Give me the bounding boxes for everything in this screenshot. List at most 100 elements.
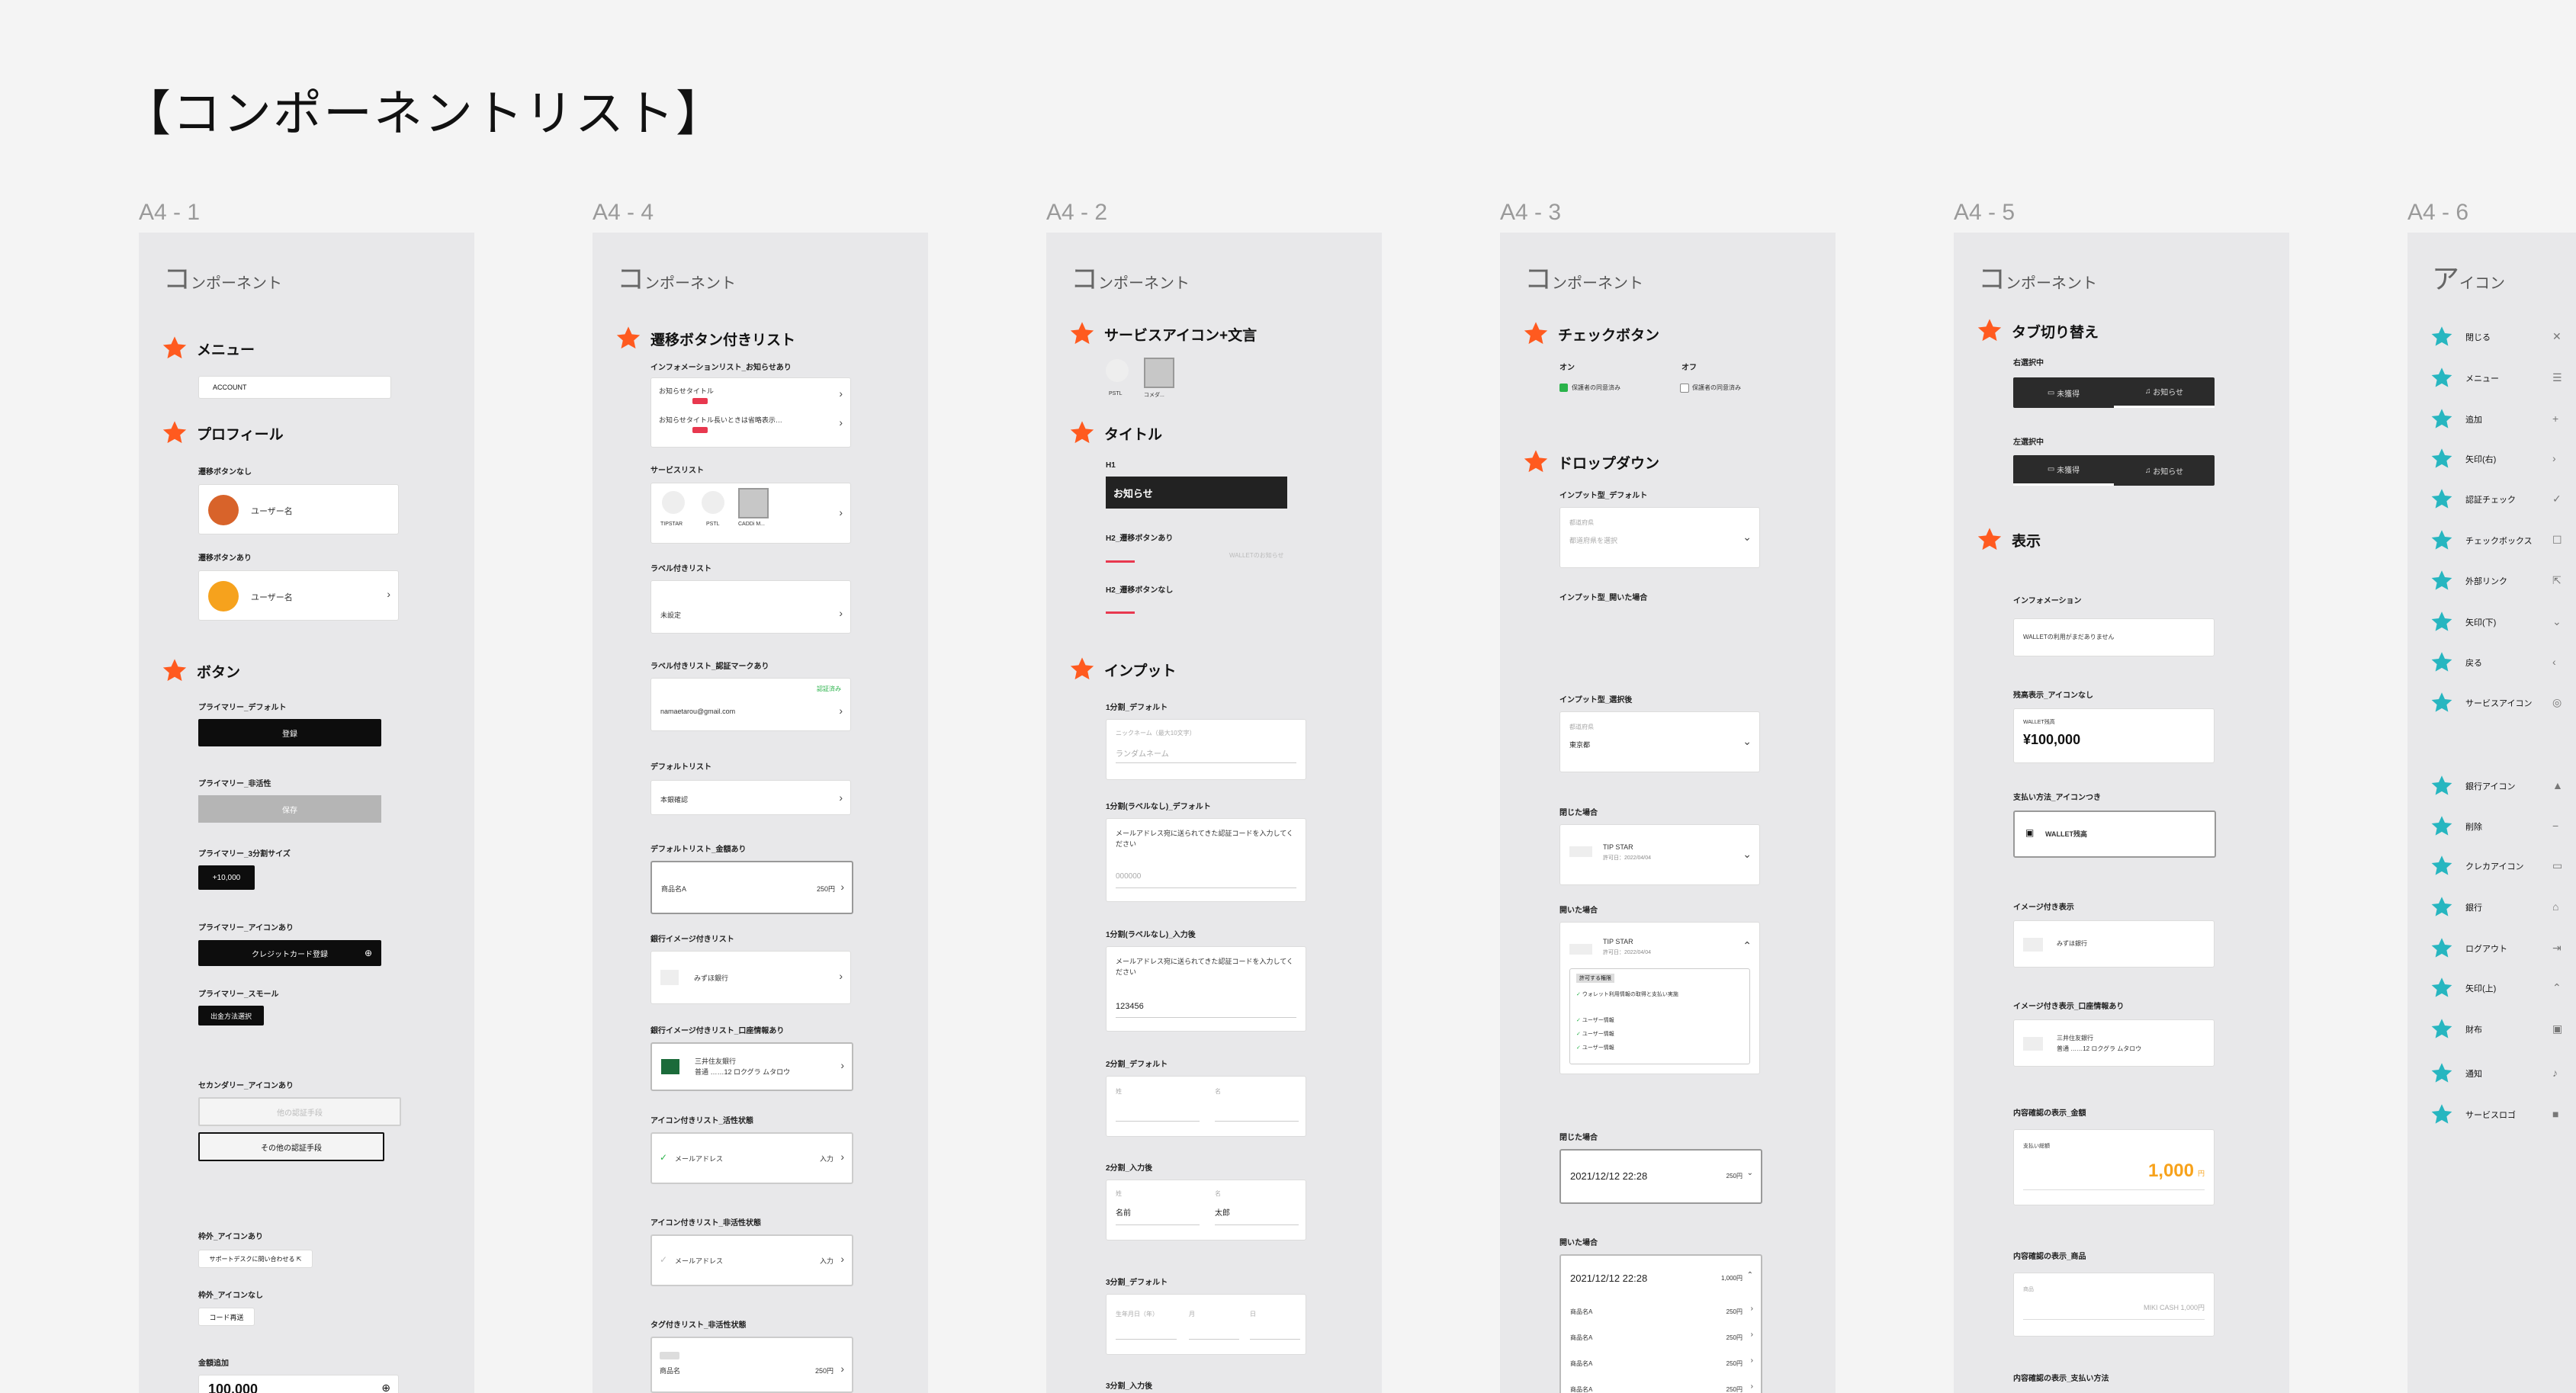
tab-unearned[interactable]: ▭ 未獲得 [2013,377,2114,408]
list-item[interactable]: 商品名A [1570,1385,1592,1393]
history-dropdown-open[interactable]: 2021/12/12 22:28 1,000円 ⌃ 商品名A 250円 › 商品… [1559,1254,1762,1393]
profile-card-nav[interactable]: ユーザー名 › [198,570,399,621]
external-link-icon: ⇱ [2552,574,2562,586]
section-input: インプット [1069,656,1176,682]
prefecture-dropdown[interactable]: 都道府県 都道府県を選択 ⌄ [1559,507,1760,568]
label-input-open: インプット型_開いた場合 [1559,594,1648,602]
star-icon [2430,1062,2453,1085]
section-button: ボタン [162,658,240,684]
secondary-disabled-button[interactable]: 他の認証手段 [198,1097,401,1126]
icon-list-item: 財布 [2430,1018,2482,1041]
checkbox-unchecked[interactable] [1680,384,1689,393]
icon-list-item: 戻る [2430,651,2482,674]
service-icon[interactable] [702,491,724,514]
support-link[interactable]: サポートデスクに問い合わせる ⇱ [198,1250,313,1268]
list-item[interactable]: 商品名A [1570,1308,1592,1316]
logout-icon: ⇥ [2552,942,2562,954]
service-icon[interactable] [738,488,769,518]
list-item[interactable]: 商品名A [1570,1359,1592,1368]
icon-list-item: 削除 [2430,815,2482,838]
resend-code-button[interactable]: コード再送 [198,1308,255,1326]
frame-label-a4-5: A4 - 5 [1954,200,2016,225]
tab-notice[interactable]: ♫ お知らせ [2114,455,2215,486]
default-list[interactable]: 本銀確認 › [650,780,851,815]
check-circle-icon: ✓ [660,1152,668,1163]
nickname-input[interactable]: ニックネーム（最大10文字） ランダムネーム [1106,719,1306,780]
other-auth-button[interactable]: その他の認証手段 [198,1132,384,1161]
wallet-icon: ▣ [2025,827,2035,838]
star-icon [2430,692,2453,714]
chevron-right-icon: › [387,588,390,600]
amount-input[interactable]: 100,000 ⊕ [198,1375,399,1393]
icon-label: 認証チェック [2465,496,2516,505]
label-frame-icon: 枠外_アイコンあり [198,1233,264,1241]
h2-underline [1106,611,1135,614]
name-input-2col-filled[interactable]: 姓 名前 名 太郎 [1106,1180,1306,1241]
register-button[interactable]: 登録 [198,719,381,746]
icon-list-item: 外部リンク [2430,570,2507,592]
label-input-2: 2分割_デフォルト [1106,1061,1168,1069]
input-underline [1116,1224,1200,1225]
permission-box: 許可する権限 ✓ ウォレット利用情報の取得と支払い実施 ✓ ユーザー情報 ✓ ユ… [1569,968,1750,1064]
default-amount-list[interactable]: 商品名A 250円 › [650,861,853,914]
section-title: タイトル [1069,420,1162,446]
tab-notice[interactable]: ♫ お知らせ [2114,377,2215,408]
label-tab-left: 左選択中 [2013,438,2044,447]
tag-list[interactable]: 商品名 250円 › [650,1337,853,1393]
save-button-disabled[interactable]: 保存 [198,795,381,823]
service-dropdown-closed[interactable]: TIP STAR 許可日：2022/04/04 ⌄ [1559,824,1760,885]
icon-label: 銀行 [2465,904,2482,913]
icon-label: 矢印(上) [2465,984,2497,993]
icon-list-item: 銀行アイコン [2430,775,2515,798]
section-tab: タブ切り替え [1977,318,2099,344]
star-icon [2430,937,2453,960]
label-list[interactable]: 未設定 › [650,580,851,634]
list-item[interactable]: お知らせタイトル [659,386,714,396]
service-dropdown-open[interactable]: TIP STAR 許可日：2022/04/04 ⌃ 許可する権限 ✓ ウォレット… [1559,922,1760,1074]
frame-label-a4-2: A4 - 2 [1046,200,1108,225]
star-icon [1069,321,1095,347]
icon-list-active[interactable]: ✓ メールアドレス 入力 › [650,1132,853,1184]
pay-method-card[interactable]: ▣ WALLET残高 [2013,810,2216,858]
service-icon[interactable] [662,491,685,514]
label-input-default: インプット型_デフォルト [1559,492,1648,500]
label-h2-nav: H2_遷移ボタンあり [1106,534,1174,543]
plus-amount-button[interactable]: +10,000 [198,865,255,890]
label-image-acct: イメージ付き表示_口座情報あり [2013,1003,2125,1011]
service-icon[interactable] [1106,359,1129,382]
bank-list[interactable]: みずほ銀行 › [650,951,851,1004]
code-input[interactable]: メールアドレス宛に送られてきた認証コードを入力してください 000000 [1106,818,1306,902]
menu-account-item[interactable]: ACCOUNT [198,376,391,399]
bank-info-list[interactable]: 三井住友銀行 普通 ……12 ロクグラ ムタロウ › [650,1042,853,1091]
icon-list-inactive[interactable]: ✓ メールアドレス 入力 › [650,1234,853,1286]
input-underline [1116,887,1296,888]
list-item[interactable]: お知らせタイトル長いときは省略表示… [659,415,782,425]
h2-link[interactable]: WALLETのお知らせ [1229,551,1284,560]
code-input-filled[interactable]: メールアドレス宛に送られてきた認証コードを入力してください 123456 [1106,946,1306,1032]
birthday-input-3col[interactable]: 生年月日（年） 月 日 [1106,1294,1306,1355]
back-icon: ‹ [2552,656,2556,668]
list-item[interactable]: 商品名A [1570,1334,1592,1342]
external-link-icon: ⇱ [296,1255,302,1263]
tab-unearned[interactable]: ▭ 未獲得 [2013,455,2114,486]
history-dropdown-closed[interactable]: 2021/12/12 22:28 250円 ⌄ [1559,1149,1762,1204]
withdraw-button[interactable]: 出金方法選択 [198,1006,264,1025]
checkbox-checked[interactable] [1559,384,1568,392]
name-input-2col[interactable]: 姓 名 [1106,1076,1306,1137]
star-icon [2430,896,2453,919]
label-auth-list[interactable]: 認証済み namaetarou@gmail.com › [650,678,851,731]
label-default-amount: デフォルトリスト_金額あり [650,846,747,854]
credit-card-button[interactable]: クレジットカード登録 ⊕ [198,940,381,966]
label-bank-info: 銀行イメージ付きリスト_口座情報あり [650,1027,785,1035]
chevron-right-icon: › [839,416,843,428]
frame-a4-1: コンポーネント メニュー ACCOUNT プロフィール 遷移ボタンなし ユーザー… [139,233,474,1393]
service-icon[interactable] [1144,358,1174,388]
input-underline [1116,1017,1296,1018]
divider [2023,1319,2205,1320]
star-icon [2430,775,2453,798]
icon-label: 追加 [2465,416,2482,425]
star-icon [2430,1018,2453,1041]
icon-list-item: サービスロゴ [2430,1103,2516,1126]
prefecture-dropdown-selected[interactable]: 都道府県 東京都 ⌄ [1559,711,1760,772]
star-icon [1523,321,1549,347]
